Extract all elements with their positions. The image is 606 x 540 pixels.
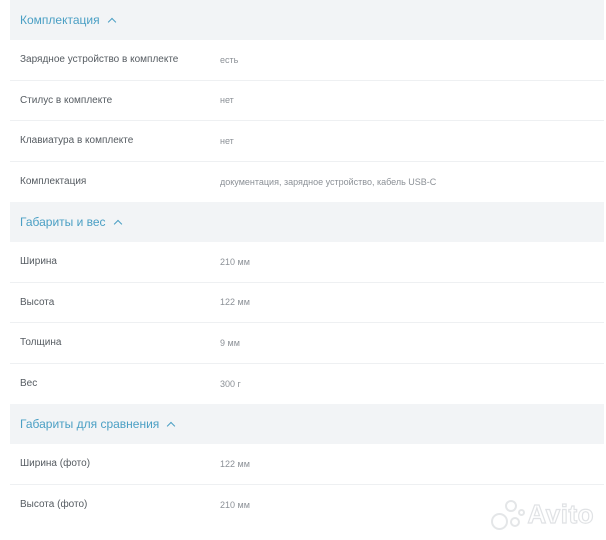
section-title: Комплектация (20, 13, 100, 27)
spec-value: 9 мм (220, 337, 240, 348)
spec-value: 210 мм (220, 256, 250, 267)
avito-logo-icon (491, 499, 526, 530)
spec-label: Высота (20, 296, 55, 308)
spec-label: Ширина (фото) (20, 458, 91, 470)
spec-row: Стилус в комплекте нет (10, 81, 604, 121)
spec-label: Зарядное устройство в комплекте (20, 54, 179, 66)
spec-label: Ширина (20, 256, 57, 268)
spec-row: Ширина 210 мм (10, 242, 604, 283)
spec-row: Зарядное устройство в комплекте есть (10, 40, 604, 81)
spec-row: Ширина (фото) 122 мм (10, 444, 604, 485)
section-title: Габариты и вес (20, 215, 106, 229)
spec-value: нет (220, 135, 234, 146)
chevron-up-icon[interactable] (107, 17, 116, 27)
spec-value: 122 мм (220, 458, 250, 469)
spec-label: Высота (фото) (20, 499, 88, 511)
spec-label: Комплектация (20, 176, 87, 188)
spec-label: Стилус в комплекте (20, 94, 113, 106)
section-header-complect[interactable]: Комплектация (10, 0, 604, 40)
specs-list: Комплектация Зарядное устройство в компл… (10, 0, 604, 525)
page: Комплектация Зарядное устройство в компл… (0, 0, 606, 540)
spec-row: Вес 300 г (10, 364, 604, 405)
chevron-up-icon[interactable] (113, 219, 122, 229)
spec-value: есть (220, 54, 239, 65)
section-header-dimensions[interactable]: Габариты и вес (10, 202, 604, 242)
avito-watermark: Avito (491, 498, 594, 530)
spec-row: Толщина 9 мм (10, 323, 604, 364)
section-header-compare[interactable]: Габариты для сравнения (10, 404, 604, 444)
chevron-up-icon[interactable] (167, 421, 176, 431)
spec-value: 122 мм (220, 297, 250, 308)
section-title: Габариты для сравнения (20, 417, 160, 431)
spec-value: документация, зарядное устройство, кабел… (220, 176, 437, 187)
spec-value: 300 г (220, 378, 241, 389)
spec-label: Толщина (20, 337, 62, 349)
avito-logo-text: Avito (527, 498, 594, 529)
spec-row: Комплектация документация, зарядное устр… (10, 162, 604, 203)
spec-value: нет (220, 95, 234, 106)
spec-row: Высота 122 мм (10, 283, 604, 323)
spec-row: Клавиатура в комплекте нет (10, 121, 604, 162)
spec-value: 210 мм (220, 499, 250, 510)
spec-label: Вес (20, 378, 38, 390)
spec-label: Клавиатура в комплекте (20, 135, 134, 147)
